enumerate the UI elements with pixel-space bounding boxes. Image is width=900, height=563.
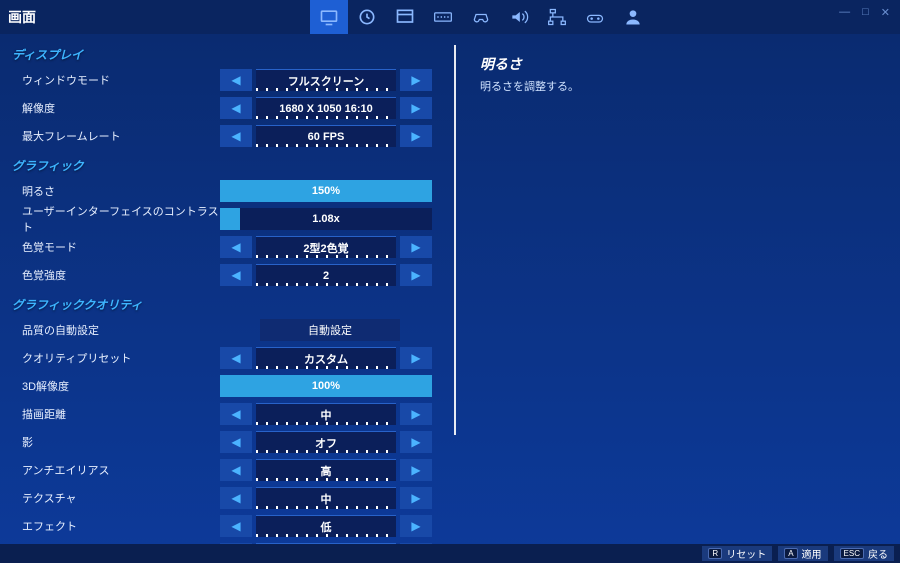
arrow-right-icon[interactable] — [400, 69, 432, 91]
arrow-left-icon[interactable] — [220, 347, 252, 369]
arrow-right-icon[interactable] — [400, 431, 432, 453]
reset-button[interactable]: Rリセット — [702, 546, 772, 561]
contrast-slider[interactable]: 1.08x — [220, 208, 432, 230]
settings-list: ディスプレイ ウィンドウモードフルスクリーン 解像度1680 X 1050 16… — [0, 34, 450, 544]
maximize-icon[interactable]: □ — [862, 6, 869, 19]
tab-controller[interactable] — [462, 0, 500, 34]
tab-network[interactable] — [538, 0, 576, 34]
section-display: ディスプレイ — [8, 40, 450, 65]
arrow-left-icon[interactable] — [220, 459, 252, 481]
tab-input[interactable] — [576, 0, 614, 34]
detail-panel: 明るさ 明るさを調整する。 — [450, 34, 900, 544]
settings-tabs — [310, 0, 652, 34]
tab-keyboard[interactable] — [424, 0, 462, 34]
tab-ui[interactable] — [386, 0, 424, 34]
window-controls: — □ ✕ — [829, 0, 900, 25]
row-auto-set[interactable]: 品質の自動設定自動設定 — [8, 317, 450, 343]
arrow-right-icon[interactable] — [400, 515, 432, 537]
tab-game[interactable] — [348, 0, 386, 34]
row-3d-resolution[interactable]: 3D解像度100% — [8, 373, 450, 399]
row-ui-contrast[interactable]: ユーザーインターフェイスのコントラスト1.08x — [8, 206, 450, 232]
arrow-right-icon[interactable] — [400, 236, 432, 258]
row-cb-mode[interactable]: 色覚モード2型2色覚 — [8, 234, 450, 260]
row-antialias[interactable]: アンチエイリアス高 — [8, 457, 450, 483]
brightness-slider[interactable]: 150% — [220, 180, 432, 202]
tab-video[interactable] — [310, 0, 348, 34]
arrow-left-icon[interactable] — [220, 69, 252, 91]
footer: Rリセット A適用 ESC戻る — [0, 544, 900, 563]
tab-audio[interactable] — [500, 0, 538, 34]
arrow-right-icon[interactable] — [400, 264, 432, 286]
arrow-left-icon[interactable] — [220, 125, 252, 147]
row-texture[interactable]: テクスチャ中 — [8, 485, 450, 511]
page-title: 画面 — [8, 7, 36, 27]
row-cb-strength[interactable]: 色覚強度2 — [8, 262, 450, 288]
row-max-fps[interactable]: 最大フレームレート60 FPS — [8, 123, 450, 149]
row-view-distance[interactable]: 描画距離中 — [8, 401, 450, 427]
apply-button[interactable]: A適用 — [778, 546, 827, 561]
close-icon[interactable]: ✕ — [881, 6, 890, 19]
section-quality: グラフィッククオリティ — [8, 290, 450, 315]
section-graphics: グラフィック — [8, 151, 450, 176]
row-window-mode[interactable]: ウィンドウモードフルスクリーン — [8, 67, 450, 93]
arrow-right-icon[interactable] — [400, 347, 432, 369]
arrow-right-icon[interactable] — [400, 97, 432, 119]
divider — [454, 45, 456, 435]
detail-title: 明るさ — [480, 54, 880, 74]
arrow-right-icon[interactable] — [400, 459, 432, 481]
arrow-left-icon[interactable] — [220, 264, 252, 286]
arrow-right-icon[interactable] — [400, 403, 432, 425]
arrow-left-icon[interactable] — [220, 515, 252, 537]
auto-set-button[interactable]: 自動設定 — [260, 319, 400, 341]
arrow-right-icon[interactable] — [400, 125, 432, 147]
tab-account[interactable] — [614, 0, 652, 34]
arrow-left-icon[interactable] — [220, 403, 252, 425]
row-brightness[interactable]: 明るさ150% — [8, 178, 450, 204]
row-shadow[interactable]: 影オフ — [8, 429, 450, 455]
arrow-left-icon[interactable] — [220, 431, 252, 453]
row-preset[interactable]: クオリティプリセットカスタム — [8, 345, 450, 371]
arrow-left-icon[interactable] — [220, 487, 252, 509]
arrow-right-icon[interactable] — [400, 487, 432, 509]
arrow-left-icon[interactable] — [220, 236, 252, 258]
back-button[interactable]: ESC戻る — [834, 546, 894, 561]
arrow-left-icon[interactable] — [220, 97, 252, 119]
row-effect[interactable]: エフェクト低 — [8, 513, 450, 539]
res3d-slider[interactable]: 100% — [220, 375, 432, 397]
row-resolution[interactable]: 解像度1680 X 1050 16:10 — [8, 95, 450, 121]
detail-description: 明るさを調整する。 — [480, 78, 880, 94]
titlebar: 画面 — □ ✕ — [0, 0, 900, 34]
minimize-icon[interactable]: — — [839, 6, 850, 19]
